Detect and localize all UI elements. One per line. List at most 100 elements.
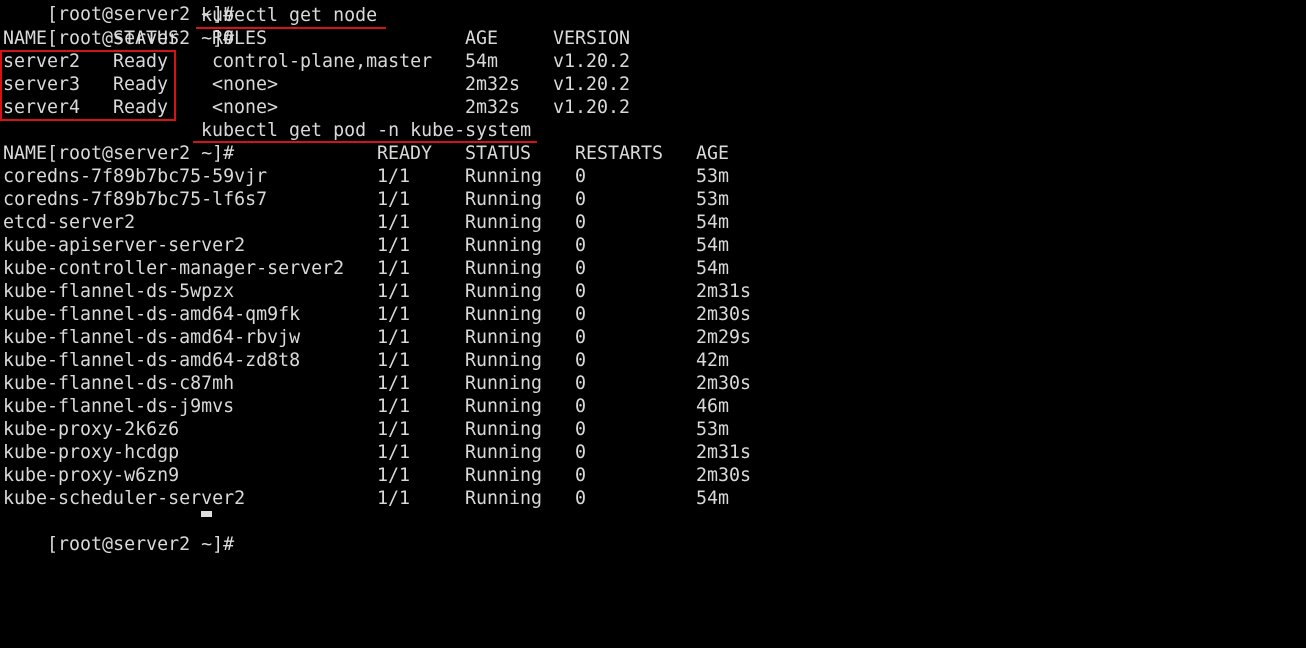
- pod-restarts: 0: [575, 235, 587, 256]
- pod-row: kube-flannel-ds-c87mh 1/1 Running 0 2m30…: [3, 372, 751, 395]
- column-header-name: NAME: [3, 143, 48, 164]
- prompt: [root@server2 ~]#: [47, 534, 235, 555]
- pod-status: Running: [465, 235, 543, 256]
- pod-status: Running: [465, 373, 543, 394]
- pod-status: Running: [465, 304, 543, 325]
- pod-status: Running: [465, 442, 543, 463]
- pod-restarts: 0: [575, 166, 587, 187]
- node-roles: <none>: [212, 97, 279, 118]
- pod-age: 42m: [696, 350, 730, 371]
- pod-restarts: 0: [575, 281, 587, 302]
- pod-name: kube-proxy-hcdgp: [3, 442, 180, 463]
- command-text: kubectl get node: [201, 5, 378, 26]
- command-underline-2: [193, 141, 537, 143]
- pod-ready: 1/1: [377, 465, 411, 486]
- command-line-2: [root@server2 ~]# kubectl get pod -n kub…: [3, 119, 531, 164]
- column-header-status: STATUS: [465, 143, 532, 164]
- column-header-name: NAME: [3, 28, 48, 49]
- pod-restarts: 0: [575, 465, 587, 486]
- node-roles: <none>: [212, 74, 279, 95]
- node-age: 54m: [465, 51, 499, 72]
- pod-ready: 1/1: [377, 281, 411, 302]
- pod-status: Running: [465, 419, 543, 440]
- node-version: v1.20.2: [553, 51, 631, 72]
- pod-restarts: 0: [575, 304, 587, 325]
- pod-ready: 1/1: [377, 327, 411, 348]
- pod-ready: 1/1: [377, 396, 411, 417]
- pod-ready: 1/1: [377, 488, 411, 509]
- pod-status: Running: [465, 212, 543, 233]
- pod-row: kube-flannel-ds-j9mvs 1/1 Running 0 46m: [3, 395, 729, 418]
- pod-name: kube-proxy-w6zn9: [3, 465, 180, 486]
- pod-restarts: 0: [575, 488, 587, 509]
- pod-row: kube-apiserver-server2 1/1 Running 0 54m: [3, 234, 729, 257]
- column-header-version: VERSION: [553, 28, 631, 49]
- pod-name: kube-controller-manager-server2: [3, 258, 345, 279]
- column-header-restarts: RESTARTS: [575, 143, 664, 164]
- pod-name: kube-apiserver-server2: [3, 235, 246, 256]
- pod-row: kube-flannel-ds-amd64-rbvjw 1/1 Running …: [3, 326, 751, 349]
- pod-ready: 1/1: [377, 166, 411, 187]
- pod-status: Running: [465, 166, 543, 187]
- pod-restarts: 0: [575, 396, 587, 417]
- pod-ready: 1/1: [377, 212, 411, 233]
- pod-row: kube-flannel-ds-amd64-qm9fk 1/1 Running …: [3, 303, 751, 326]
- pod-row: kube-flannel-ds-5wpzx 1/1 Running 0 2m31…: [3, 280, 751, 303]
- pod-ready: 1/1: [377, 258, 411, 279]
- pod-status: Running: [465, 327, 543, 348]
- pod-name: kube-flannel-ds-amd64-zd8t8: [3, 350, 301, 371]
- pod-ready: 1/1: [377, 373, 411, 394]
- pod-age: 2m30s: [696, 304, 752, 325]
- column-header-age: AGE: [465, 28, 499, 49]
- column-header-status: STATUS: [113, 28, 180, 49]
- pod-ready: 1/1: [377, 419, 411, 440]
- pod-restarts: 0: [575, 419, 587, 440]
- pod-age: 54m: [696, 258, 730, 279]
- node-age: 2m32s: [465, 97, 521, 118]
- pod-age: 2m30s: [696, 373, 752, 394]
- pod-row: coredns-7f89b7bc75-lf6s7 1/1 Running 0 5…: [3, 188, 729, 211]
- pod-ready: 1/1: [377, 304, 411, 325]
- pod-name: kube-flannel-ds-j9mvs: [3, 396, 235, 417]
- pod-restarts: 0: [575, 189, 587, 210]
- node-table-header: NAME STATUS ROLES AGE VERSION: [3, 27, 630, 50]
- pod-status: Running: [465, 189, 543, 210]
- pod-age: 2m31s: [696, 442, 752, 463]
- pod-age: 53m: [696, 419, 730, 440]
- node-version: v1.20.2: [553, 97, 631, 118]
- pod-name: kube-flannel-ds-5wpzx: [3, 281, 235, 302]
- column-header-age: AGE: [696, 143, 730, 164]
- pod-status: Running: [465, 488, 543, 509]
- pod-row: kube-controller-manager-server2 1/1 Runn…: [3, 257, 729, 280]
- column-header-ready: READY: [377, 143, 433, 164]
- pod-name: kube-flannel-ds-c87mh: [3, 373, 235, 394]
- pod-age: 53m: [696, 166, 730, 187]
- pod-status: Running: [465, 281, 543, 302]
- terminal-window[interactable]: [root@server2 ~]# [root@server2 ~]# kube…: [0, 0, 1306, 555]
- pod-age: 2m31s: [696, 281, 752, 302]
- pod-row: etcd-server2 1/1 Running 0 54m: [3, 211, 729, 234]
- pod-row: coredns-7f89b7bc75-59vjr 1/1 Running 0 5…: [3, 165, 729, 188]
- pod-age: 54m: [696, 235, 730, 256]
- pod-row: kube-proxy-hcdgp 1/1 Running 0 2m31s: [3, 441, 751, 464]
- cutoff-line: [root@server2 ~]#: [3, 0, 344, 25]
- text-cursor: [201, 511, 212, 517]
- pod-ready: 1/1: [377, 442, 411, 463]
- node-roles: control-plane,master: [212, 51, 433, 72]
- pod-table-header: NAME READY STATUS RESTARTS AGE: [3, 142, 729, 165]
- pod-name: kube-flannel-ds-amd64-qm9fk: [3, 304, 301, 325]
- pod-restarts: 0: [575, 350, 587, 371]
- pod-status: Running: [465, 465, 543, 486]
- pod-restarts: 0: [575, 373, 587, 394]
- pod-ready: 1/1: [377, 235, 411, 256]
- pod-name: etcd-server2: [3, 212, 136, 233]
- pod-status: Running: [465, 258, 543, 279]
- final-prompt-line[interactable]: [root@server2 ~]#: [3, 510, 234, 555]
- pod-name: coredns-7f89b7bc75-lf6s7: [3, 189, 268, 210]
- node-status-highlight-box: [0, 50, 176, 121]
- column-header-roles: ROLES: [212, 28, 268, 49]
- pod-status: Running: [465, 350, 543, 371]
- command-underline-1: [196, 27, 386, 29]
- node-version: v1.20.2: [553, 74, 631, 95]
- pod-restarts: 0: [575, 258, 587, 279]
